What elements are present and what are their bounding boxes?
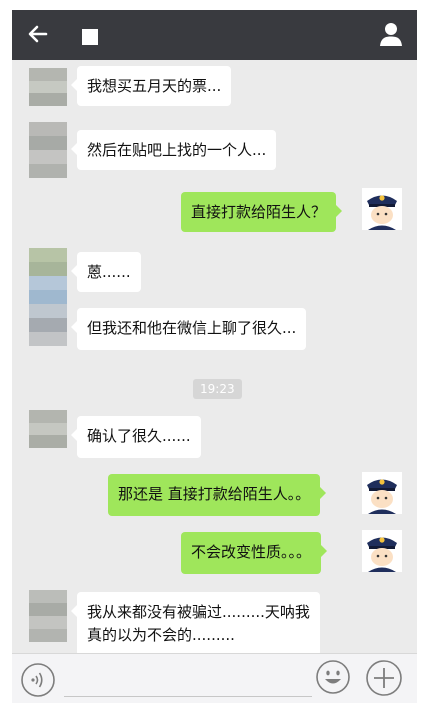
message-text: 那还是 直接打款给陌生人。。 [118,485,311,503]
timestamp: 19:23 [193,379,242,399]
message-text: 直接打款给陌生人？ [191,203,327,221]
message-text: 但我还和他在微信上聊了很久... [87,319,297,337]
message-text: 蒽...... [87,263,131,281]
input-bar [12,653,417,703]
contact-avatar [29,122,67,178]
message-text-line: 我从来都没有被骗过.........天呐我 [87,603,310,621]
emoji-icon[interactable] [315,659,351,695]
message-input[interactable] [64,696,312,697]
police-avatar-icon [362,472,402,514]
message-text: 我想买五月天的票... [87,77,222,95]
top-bar [12,10,417,60]
contact-avatar [29,410,67,448]
message-bubble[interactable]: 但我还和他在微信上聊了很久... [70,308,307,350]
contact-avatar [29,68,67,106]
police-avatar-icon [362,530,402,572]
plus-icon[interactable] [365,659,403,697]
contact-avatar [29,248,67,346]
police-avatar-icon [362,188,402,230]
chat-area[interactable]: 我想买五月天的票... 然后在贴吧上找的一个人... 直接打款给陌生人？ 蒽..… [12,60,417,653]
chat-title-placeholder [82,29,98,45]
back-arrow-icon[interactable] [22,18,54,50]
message-bubble[interactable]: 我想买五月天的票... [70,66,232,106]
message-bubble[interactable]: 我从来都没有被骗过.........天呐我 真的以为不会的......... [71,592,320,653]
phone-screen: 我想买五月天的票... 然后在贴吧上找的一个人... 直接打款给陌生人？ 蒽..… [12,10,417,703]
message-text: 确认了很久...... [87,427,191,445]
voice-icon[interactable] [20,662,56,698]
message-text: 不会改变性质。。。 [191,543,312,561]
my-message-bubble[interactable]: 那还是 直接打款给陌生人。。 [108,474,327,516]
message-bubble[interactable]: 蒽...... [71,252,141,292]
my-message-bubble[interactable]: 直接打款给陌生人？ [181,192,343,232]
message-bubble[interactable]: 确认了很久...... [71,416,201,458]
message-text-line: 真的以为不会的......... [87,626,235,644]
person-icon[interactable] [375,18,407,50]
my-message-bubble[interactable]: 不会改变性质。。。 [181,532,328,574]
message-text: 然后在贴吧上找的一个人... [87,141,267,159]
contact-avatar [29,590,67,642]
message-bubble[interactable]: 然后在贴吧上找的一个人... [70,130,277,170]
